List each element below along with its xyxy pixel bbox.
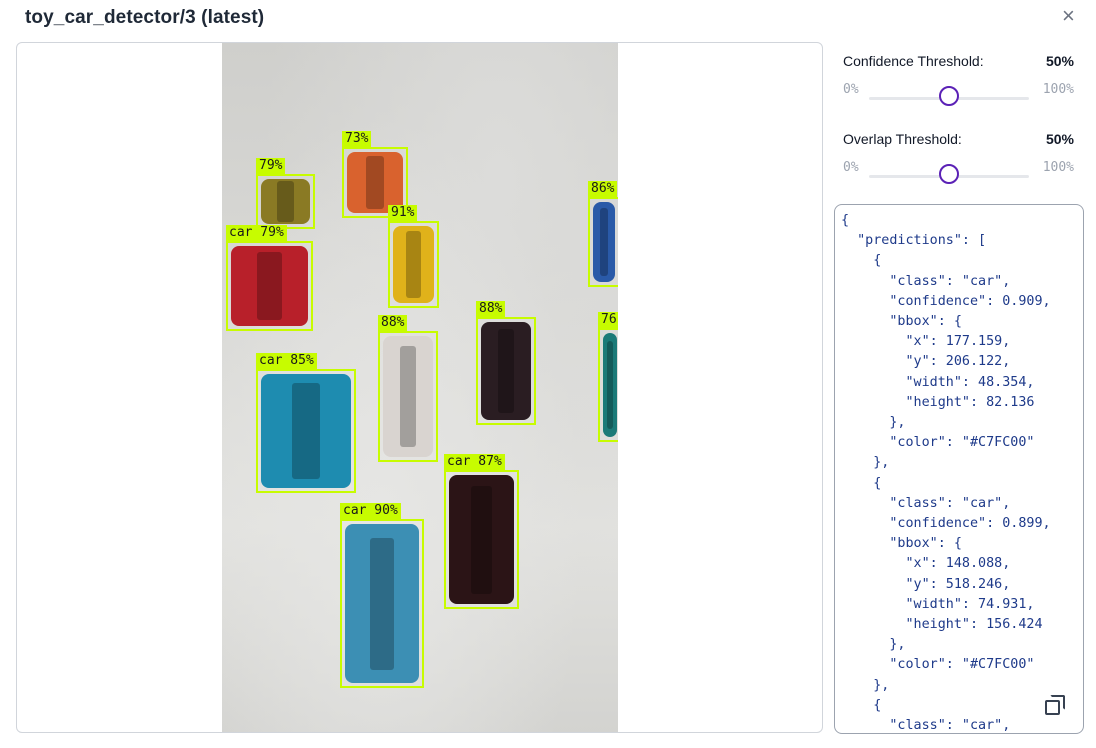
image-viewer: 79% 73% 91% 86% car 79% 88% 88% 76 car 8… (16, 42, 823, 733)
detection-box: car 90% (340, 503, 424, 688)
overlap-threshold-label: Overlap Threshold: (843, 131, 962, 147)
confidence-slider-thumb[interactable] (939, 86, 959, 106)
overlap-max-label: 100% (1042, 160, 1074, 175)
detection-label: 86% (588, 181, 618, 197)
detection-box: 88% (378, 315, 438, 462)
detection-box: car 85% (256, 353, 356, 493)
detection-box: car 79% (226, 225, 313, 331)
detection-box: car 87% (444, 454, 519, 609)
detection-label: car 79% (226, 225, 287, 241)
detection-box: 86% (588, 181, 618, 287)
detection-box: 91% (388, 205, 439, 308)
confidence-threshold-value: 50% (1045, 53, 1074, 69)
overlap-slider-thumb[interactable] (939, 164, 959, 184)
detection-label: 73% (342, 131, 372, 147)
detection-label: car 87% (444, 454, 505, 470)
detection-label: car 90% (340, 503, 401, 519)
confidence-threshold: Confidence Threshold: 50% 0% 100% (834, 42, 1084, 120)
detection-label: 88% (378, 315, 408, 331)
settings-panel: Confidence Threshold: 50% 0% 100% Overla… (834, 42, 1084, 198)
json-output-panel[interactable]: { "predictions": [ { "class": "car", "co… (834, 204, 1084, 734)
overlap-threshold-value: 50% (1045, 131, 1074, 147)
copy-icon[interactable] (1043, 693, 1065, 715)
detection-box: 76 (598, 312, 618, 442)
detection-label: 79% (256, 158, 286, 174)
detection-label: 88% (476, 301, 506, 317)
detection-label: 76 (598, 312, 618, 328)
confidence-max-label: 100% (1042, 82, 1074, 97)
detection-box: 79% (256, 158, 315, 229)
confidence-threshold-label: Confidence Threshold: (843, 53, 984, 69)
overlap-threshold: Overlap Threshold: 50% 0% 100% (834, 120, 1084, 198)
detection-label: 91% (388, 205, 418, 221)
json-output-text: { "predictions": [ { "class": "car", "co… (841, 213, 1051, 734)
close-icon[interactable]: × (1062, 4, 1075, 28)
detection-box: 88% (476, 301, 536, 425)
detection-label: car 85% (256, 353, 317, 369)
overlap-min-label: 0% (843, 160, 859, 175)
page-title: toy_car_detector/3 (latest) (25, 7, 265, 28)
inference-image: 79% 73% 91% 86% car 79% 88% 88% 76 car 8… (222, 43, 618, 732)
confidence-min-label: 0% (843, 82, 859, 97)
